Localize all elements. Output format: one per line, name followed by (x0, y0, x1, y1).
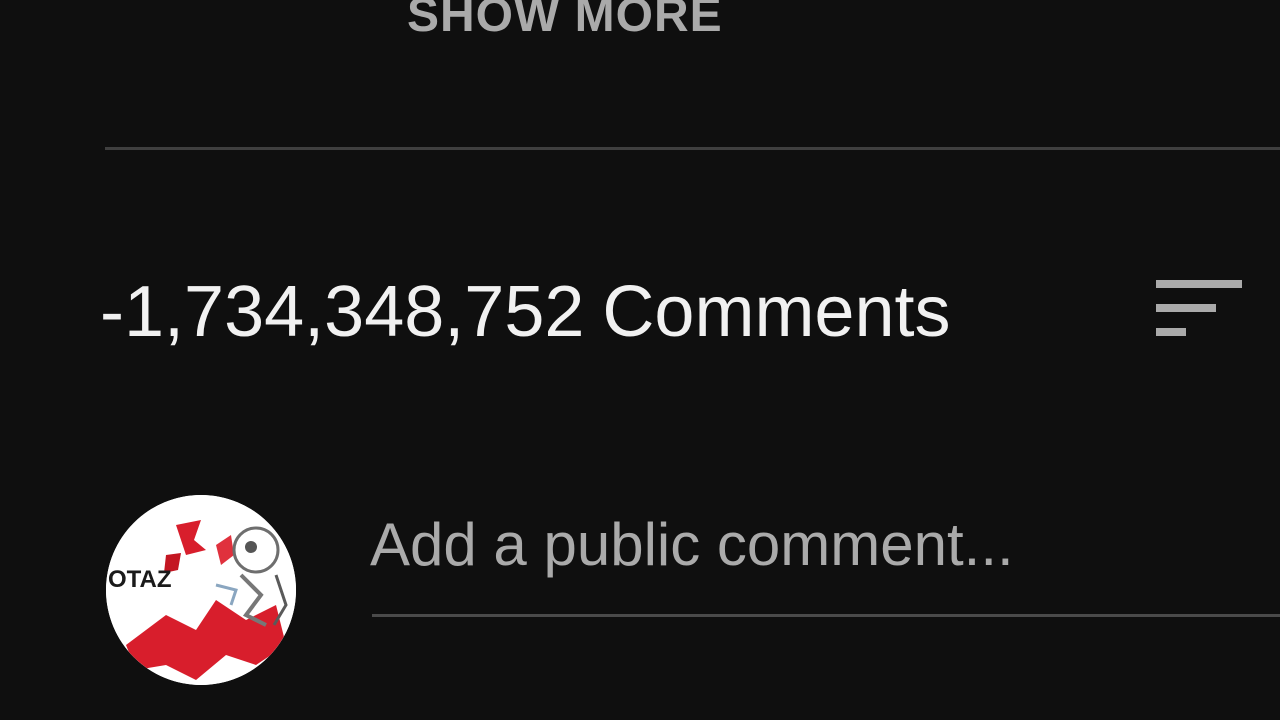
comments-section: SHOW MORE -1,734,348,752 Comments OTAZ A… (0, 0, 1280, 720)
comments-header: -1,734,348,752 Comments (100, 270, 951, 354)
comment-count: -1,734,348,752 (100, 272, 585, 352)
avatar-text: OTAZ (108, 566, 172, 593)
avatar-image: OTAZ (106, 495, 296, 685)
sort-icon (1156, 280, 1242, 336)
sort-comments-button[interactable] (1152, 278, 1246, 342)
comment-input-underline (372, 614, 1280, 617)
comment-input[interactable]: Add a public comment... (370, 500, 1280, 600)
section-divider (105, 147, 1280, 150)
avatar[interactable]: OTAZ (106, 495, 296, 685)
show-more-button[interactable]: SHOW MORE (407, 0, 723, 43)
comments-label: Comments (602, 272, 951, 352)
